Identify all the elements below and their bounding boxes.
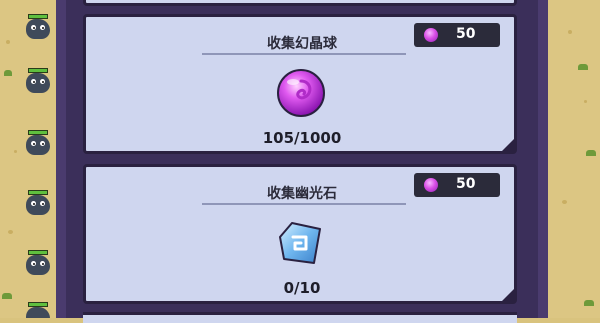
sand-speck <box>14 150 17 153</box>
grass-tuft <box>584 300 594 306</box>
stone-monster <box>26 68 52 93</box>
monster-eye <box>31 201 36 206</box>
monster-body <box>26 307 50 318</box>
quest-card[interactable]: 收集幽光石 50 0/10 <box>83 164 517 304</box>
monster-eye <box>40 79 45 84</box>
stone-monster <box>26 302 52 318</box>
monster-eye <box>31 25 36 30</box>
card-corner <box>502 289 514 301</box>
reward-badge: 50 <box>414 23 500 47</box>
monster-body <box>26 195 50 215</box>
monster-eye <box>31 79 36 84</box>
grass-tuft <box>586 150 596 156</box>
monster-eye <box>40 141 45 146</box>
stone-monster <box>26 14 52 39</box>
sand-speck <box>568 30 572 34</box>
monster-eye <box>31 261 36 266</box>
card-corner <box>502 139 514 151</box>
panel-border-left <box>56 0 66 318</box>
reward-amount: 50 <box>456 26 476 42</box>
right-background <box>548 0 600 318</box>
grass-tuft <box>578 64 588 70</box>
title-divider <box>202 203 406 205</box>
previous-quest-card <box>83 0 517 6</box>
reward-badge: 50 <box>414 173 500 197</box>
left-background <box>0 0 56 318</box>
grass-tuft <box>4 70 12 76</box>
purple-gem-icon <box>424 28 438 42</box>
monster-eye <box>31 141 36 146</box>
sand-speck <box>6 40 10 44</box>
glow-stone-icon <box>279 222 321 264</box>
quest-card[interactable]: 收集幻晶球 50 105/1000 <box>83 14 517 154</box>
stone-monster <box>26 130 52 155</box>
panel-border-right <box>538 0 548 318</box>
purple-gem-icon <box>424 178 438 192</box>
monster-body <box>26 255 50 275</box>
quest-progress: 105/1000 <box>262 129 342 147</box>
monster-eye <box>40 25 45 30</box>
monster-eye <box>40 201 45 206</box>
title-divider <box>202 53 406 55</box>
grass-tuft <box>2 293 12 299</box>
sand-speck <box>8 230 13 234</box>
monster-eye <box>40 261 45 266</box>
quest-progress: 0/10 <box>283 279 321 297</box>
crystal-orb-icon <box>277 69 325 117</box>
sand-speck <box>584 100 587 103</box>
monster-body <box>26 73 50 93</box>
monster-body <box>26 19 50 39</box>
stone-monster <box>26 250 52 275</box>
reward-amount: 50 <box>456 176 476 192</box>
monster-body <box>26 135 50 155</box>
sand-speck <box>562 200 567 204</box>
stone-monster <box>26 190 52 215</box>
